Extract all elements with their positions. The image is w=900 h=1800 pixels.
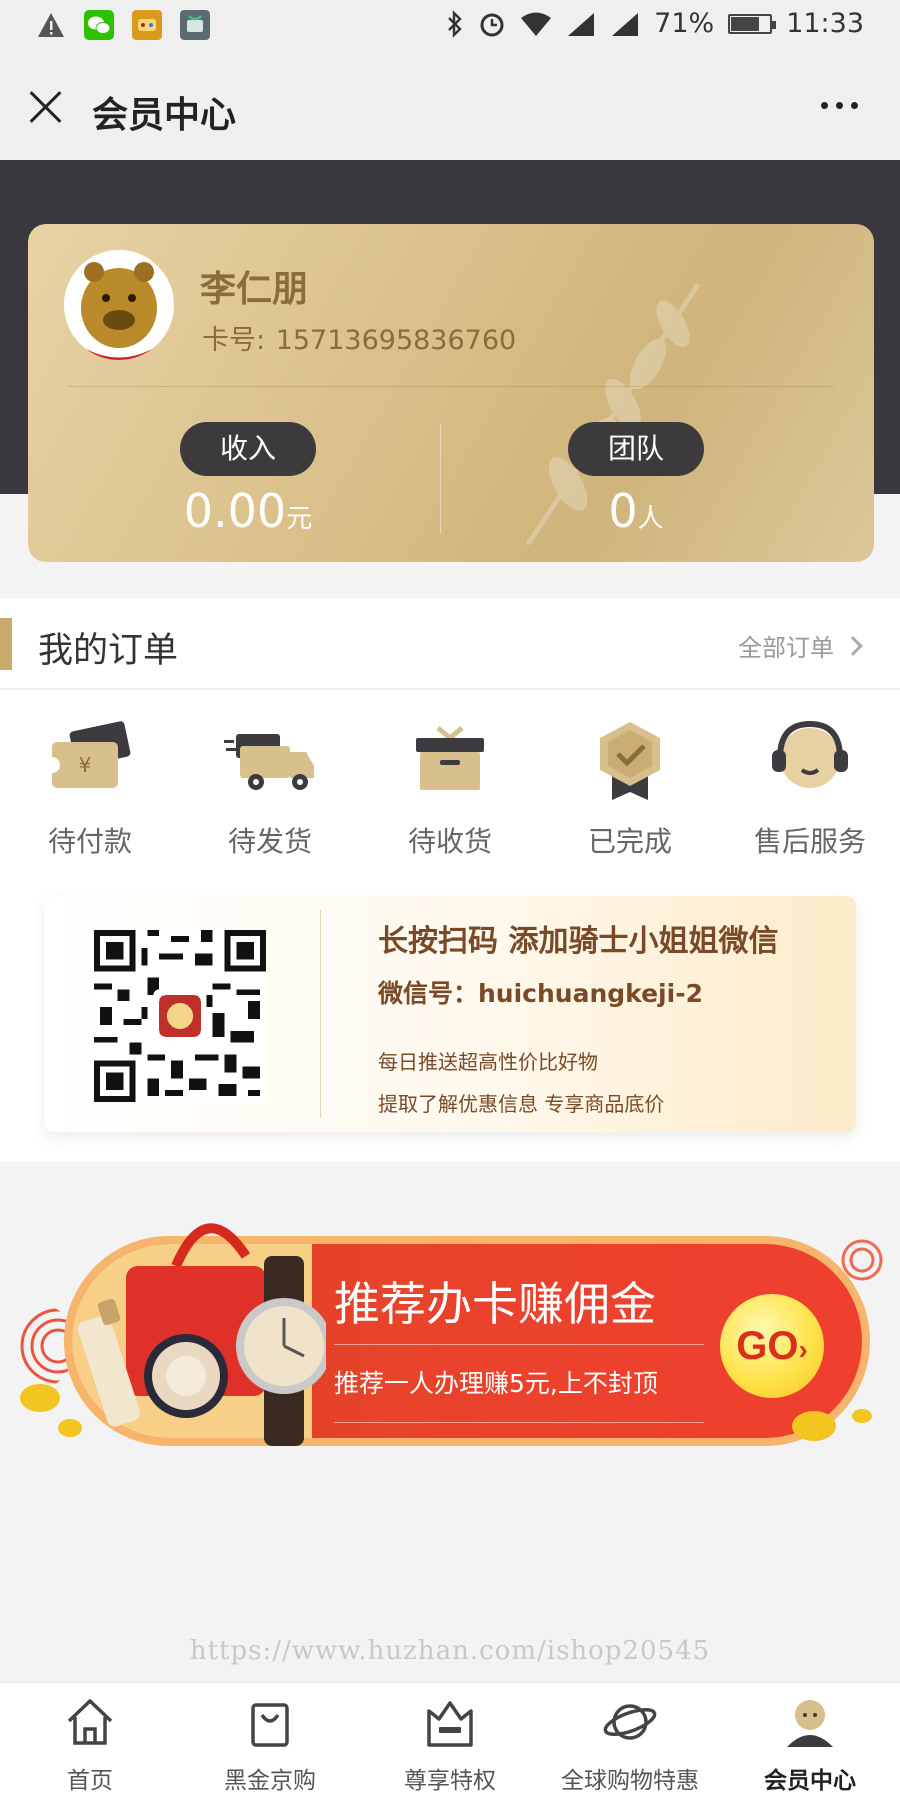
- all-orders-link[interactable]: 全部订单: [738, 628, 863, 663]
- order-label: 待付款: [47, 825, 132, 858]
- order-pending-receipt[interactable]: 待收货: [360, 716, 540, 860]
- section-accent-bar: [0, 618, 12, 670]
- order-label: 待收货: [407, 825, 492, 858]
- orders-section: 我的订单 全部订单 ¥ 待付款 待发货 待收货 已完成 售后服务 长按扫码 添加…: [0, 598, 900, 1162]
- alarm-icon: [480, 13, 504, 36]
- tab-bar: 首页 黑金京购 尊享特权 全球购物特惠 会员中心: [0, 1682, 900, 1800]
- promo-subtitle: 推荐一人办理赚5元,上不封顶: [334, 1369, 658, 1398]
- tab-label: 黑金京购: [224, 1768, 316, 1794]
- promo-title: 推荐办卡赚佣金: [334, 1277, 656, 1331]
- order-pending-shipment[interactable]: 待发货: [180, 716, 360, 860]
- title-bar: 会员中心: [0, 52, 900, 160]
- card-vertical-divider: [440, 424, 441, 534]
- truck-icon: [224, 734, 314, 790]
- box-icon: [416, 726, 484, 790]
- shopping-bag-icon: [251, 1703, 289, 1747]
- tab-member-center[interactable]: 会员中心: [720, 1683, 900, 1800]
- promo-rule-bottom: [334, 1422, 704, 1423]
- chevron-right-icon: [843, 635, 863, 656]
- orders-header: 我的订单 全部订单: [0, 598, 900, 690]
- order-label: 已完成: [587, 825, 672, 858]
- order-status-row: ¥ 待付款 待发货 待收货 已完成 售后服务: [0, 716, 900, 860]
- wechat-id: 微信号：huichuangkeji-2: [378, 979, 703, 1008]
- orders-title: 我的订单: [38, 631, 179, 671]
- tab-label: 全球购物特惠: [561, 1768, 699, 1794]
- person-icon: [787, 1700, 833, 1747]
- battery-percent: 71%: [654, 8, 715, 39]
- order-pending-payment[interactable]: ¥ 待付款: [0, 716, 180, 860]
- card-divider: [68, 386, 834, 387]
- wechat-banner-title: 长按扫码 添加骑士小姐姐微信: [378, 924, 779, 959]
- card-number-value: 15713695836760: [275, 325, 517, 356]
- wechat-banner[interactable]: 长按扫码 添加骑士小姐姐微信 微信号：huichuangkeji-2 每日推送超…: [44, 896, 856, 1132]
- clock: 11:33: [786, 8, 864, 39]
- more-options-icon[interactable]: [821, 102, 858, 109]
- wechat-icon: [84, 10, 114, 40]
- wallet-ticket-icon: ¥: [44, 721, 131, 788]
- headset-icon: [772, 720, 848, 788]
- promo-rule: [334, 1344, 704, 1345]
- tab-privileges[interactable]: 尊享特权: [360, 1683, 540, 1800]
- team-label: 团队: [568, 422, 704, 476]
- tab-label: 尊享特权: [404, 1768, 496, 1794]
- team-stat[interactable]: 团队 0人: [536, 422, 736, 538]
- team-value-row: 0人: [536, 484, 736, 538]
- tab-global-shopping[interactable]: 全球购物特惠: [540, 1683, 720, 1800]
- coin-decoration: [20, 1384, 82, 1437]
- member-card: 李仁朋 卡号: 15713695836760 收入 0.00元 团队 0人: [28, 224, 874, 562]
- tab-black-gold[interactable]: 黑金京购: [180, 1683, 360, 1800]
- badge-check-icon: [600, 722, 660, 800]
- wechat-banner-line1: 每日推送超高性价比好物: [378, 1050, 598, 1074]
- order-label: 待发货: [227, 825, 312, 858]
- watermark: https://www.huzhan.com/ishop20545: [189, 1636, 711, 1666]
- go-arrow: ›: [798, 1334, 808, 1365]
- signal-icon: [568, 12, 595, 36]
- promo-banner[interactable]: 推荐办卡赚佣金 推荐一人办理赚5元,上不封顶 GO›: [18, 1196, 888, 1456]
- banner-divider: [320, 910, 321, 1118]
- income-unit: 元: [286, 504, 313, 534]
- home-icon: [67, 1699, 113, 1745]
- battery-icon: [728, 13, 777, 34]
- wifi-icon: [521, 12, 552, 36]
- avatar-image: [64, 250, 174, 360]
- income-label: 收入: [180, 422, 316, 476]
- order-completed[interactable]: 已完成: [540, 716, 720, 860]
- coin-decoration-right: [792, 1409, 872, 1441]
- card-number: 卡号: 15713695836760: [200, 318, 516, 357]
- go-button[interactable]: GO›: [720, 1294, 824, 1398]
- qr-code: [94, 930, 266, 1102]
- close-icon[interactable]: [28, 88, 64, 124]
- crown-icon: [427, 1701, 473, 1747]
- order-label: 售后服务: [753, 825, 866, 858]
- order-after-sales[interactable]: 售后服务: [720, 716, 900, 860]
- income-stat[interactable]: 收入 0.00元: [148, 422, 348, 538]
- tab-label: 会员中心: [764, 1768, 856, 1794]
- notification-icons: [36, 10, 210, 40]
- page-title: 会员中心: [92, 95, 237, 136]
- warning-icon: [38, 13, 64, 37]
- tab-home[interactable]: 首页: [0, 1683, 180, 1800]
- svg-text:¥: ¥: [79, 753, 92, 777]
- planet-icon: [603, 1704, 657, 1740]
- card-number-label: 卡号:: [202, 325, 266, 356]
- bluetooth-icon: [448, 9, 462, 38]
- income-value: 0.00: [183, 484, 287, 538]
- status-bar: 71% 11:33: [0, 0, 900, 52]
- payment-icon: [180, 10, 210, 40]
- go-label: GO: [736, 1324, 799, 1368]
- system-status: 71% 11:33: [446, 8, 864, 39]
- team-unit: 人: [637, 504, 664, 534]
- user-name: 李仁朋: [200, 269, 309, 310]
- tab-label: 首页: [67, 1768, 113, 1794]
- all-orders-label: 全部订单: [738, 634, 834, 662]
- avatar[interactable]: [64, 250, 174, 360]
- income-value-row: 0.00元: [148, 484, 348, 538]
- team-value: 0: [608, 484, 638, 538]
- game-icon: [132, 10, 162, 40]
- wechat-banner-line2: 提取了解优惠信息 专享商品底价: [378, 1092, 665, 1116]
- signal-icon-2: [612, 12, 639, 36]
